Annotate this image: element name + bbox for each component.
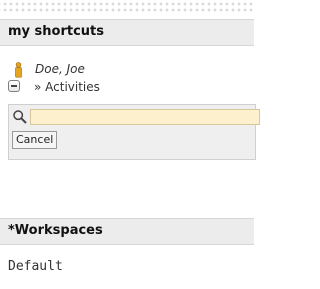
cancel-button[interactable]: Cancel	[12, 131, 58, 149]
collapse-minus-icon[interactable]	[8, 80, 20, 92]
search-panel: Cancel	[8, 104, 260, 160]
user-name-link[interactable]: Doe, Joe	[35, 62, 85, 76]
shortcuts-panel: my shortcuts Doe, Joe » Activities Cance…	[0, 0, 260, 289]
workspace-item-default[interactable]: Default	[8, 259, 63, 274]
workspaces-title: *Workspaces	[8, 223, 103, 238]
search-input[interactable]	[30, 109, 260, 125]
person-icon	[14, 62, 23, 78]
user-shortcut-row[interactable]: Doe, Joe	[14, 62, 234, 78]
workspaces-section-header[interactable]: *Workspaces	[0, 218, 254, 245]
activities-row[interactable]: » Activities	[8, 79, 238, 97]
magnifier-icon[interactable]	[12, 109, 28, 125]
shortcuts-title: my shortcuts	[8, 24, 105, 39]
shortcuts-section-header[interactable]: my shortcuts	[0, 19, 254, 46]
activities-link[interactable]: » Activities	[34, 80, 100, 94]
top-pattern-strip	[0, 0, 254, 12]
